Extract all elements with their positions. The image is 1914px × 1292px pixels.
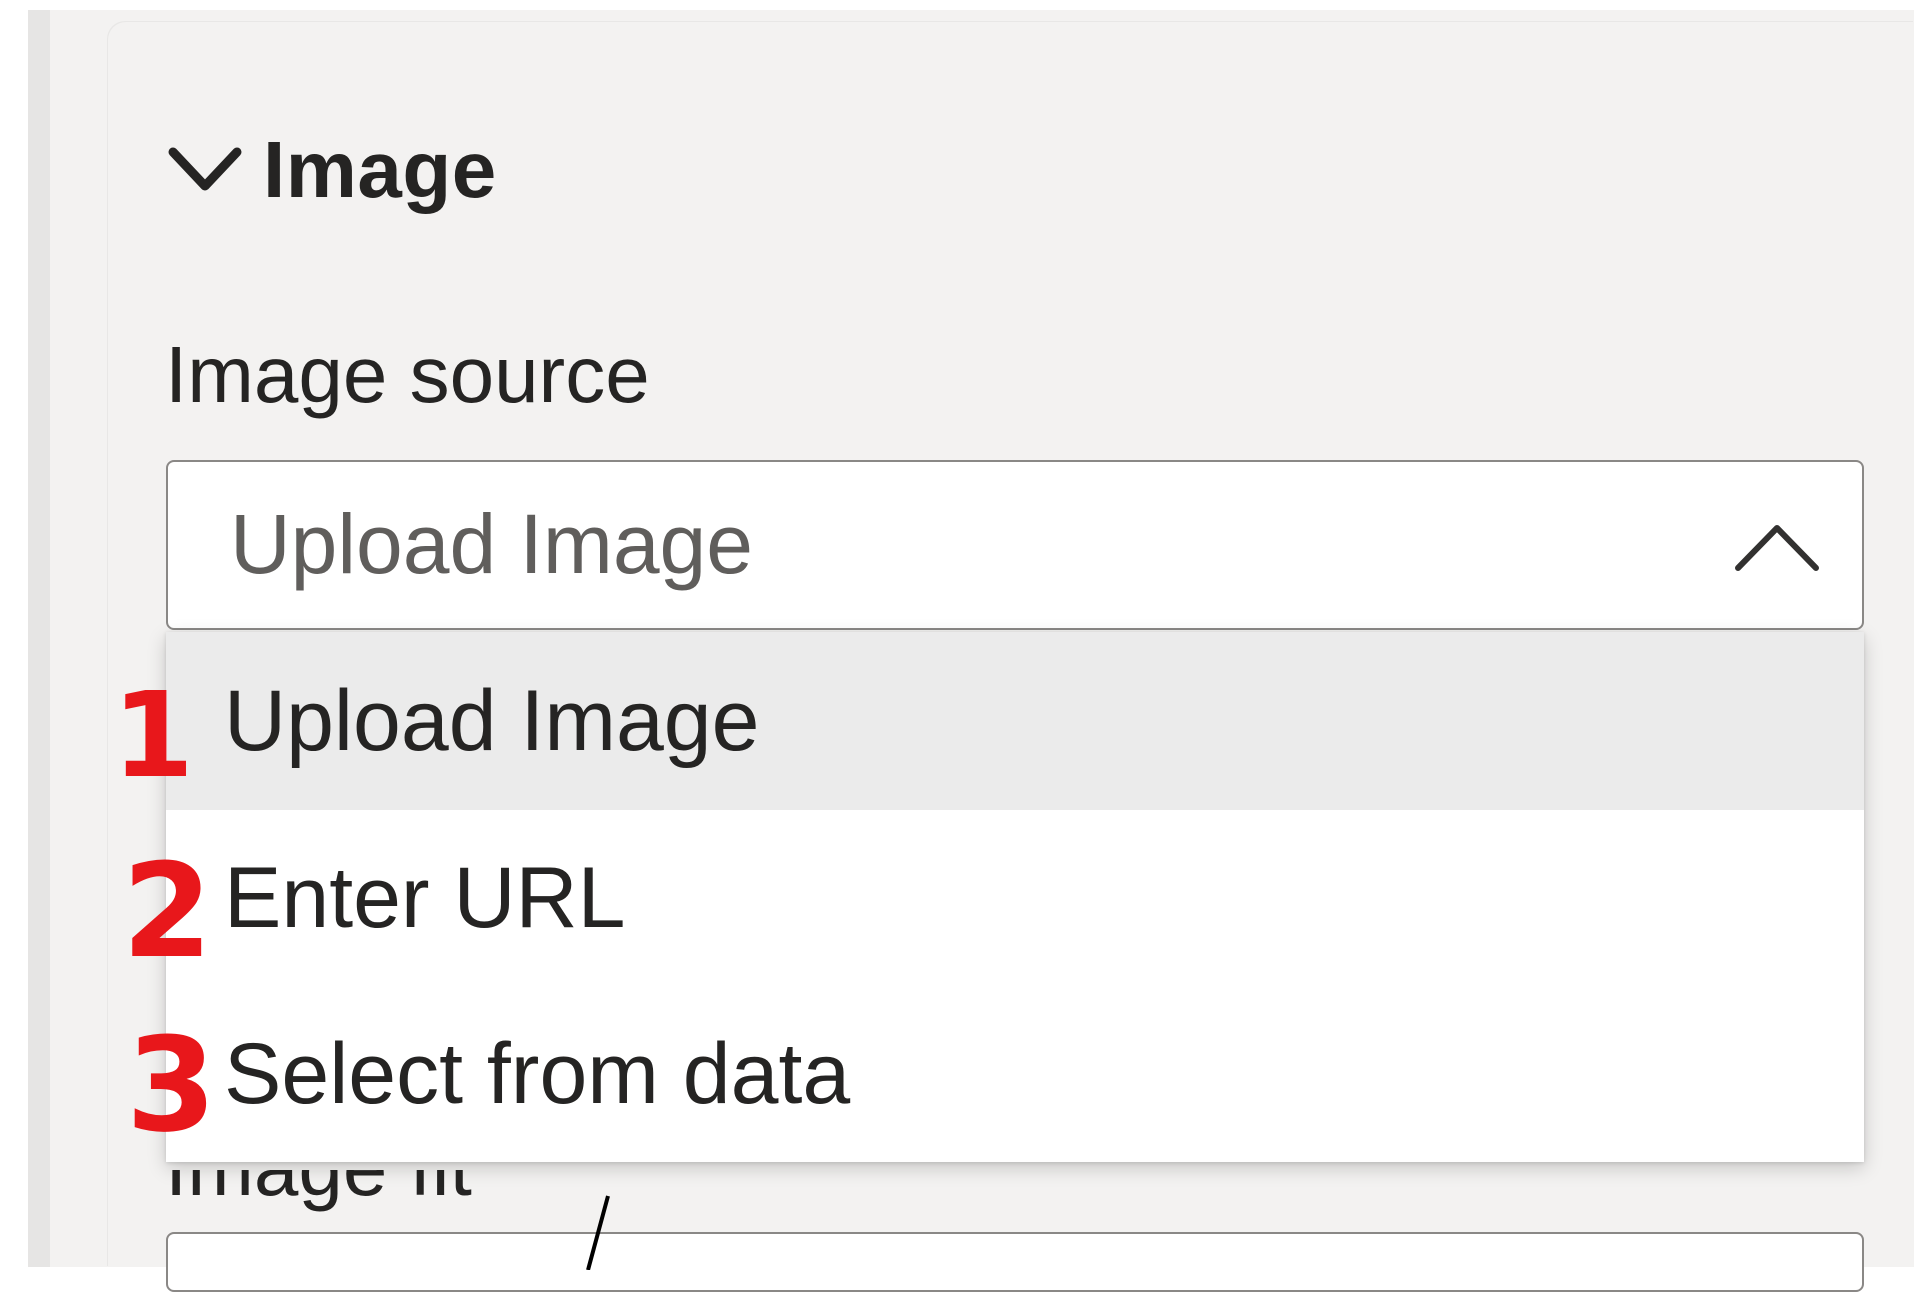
image-source-selected-value: Upload Image <box>230 497 753 591</box>
option-upload-image[interactable]: Upload Image <box>166 632 1864 810</box>
option-label: Upload Image <box>224 672 760 769</box>
image-fit-dropdown[interactable] <box>166 1232 1864 1292</box>
option-enter-url[interactable]: Enter URL <box>166 810 1864 986</box>
image-source-options-list: Upload Image Enter URL Select from data <box>166 632 1864 1162</box>
image-section-header[interactable]: Image <box>165 120 497 220</box>
chevron-down-icon <box>165 127 251 213</box>
option-label: Enter URL <box>224 849 626 946</box>
annotation-number-1: 1 <box>112 666 195 804</box>
option-label: Select from data <box>224 1025 851 1122</box>
image-source-dropdown[interactable]: Upload Image <box>166 460 1864 630</box>
option-select-from-data[interactable]: Select from data <box>166 986 1864 1162</box>
annotation-number-3: 3 <box>126 1009 217 1161</box>
section-title: Image <box>263 125 497 214</box>
annotation-stroke <box>586 1195 610 1270</box>
scroll-gutter <box>28 10 50 1267</box>
chevron-up-icon <box>1732 510 1822 580</box>
annotation-number-2: 2 <box>122 835 213 987</box>
image-source-label: Image source <box>165 330 650 419</box>
